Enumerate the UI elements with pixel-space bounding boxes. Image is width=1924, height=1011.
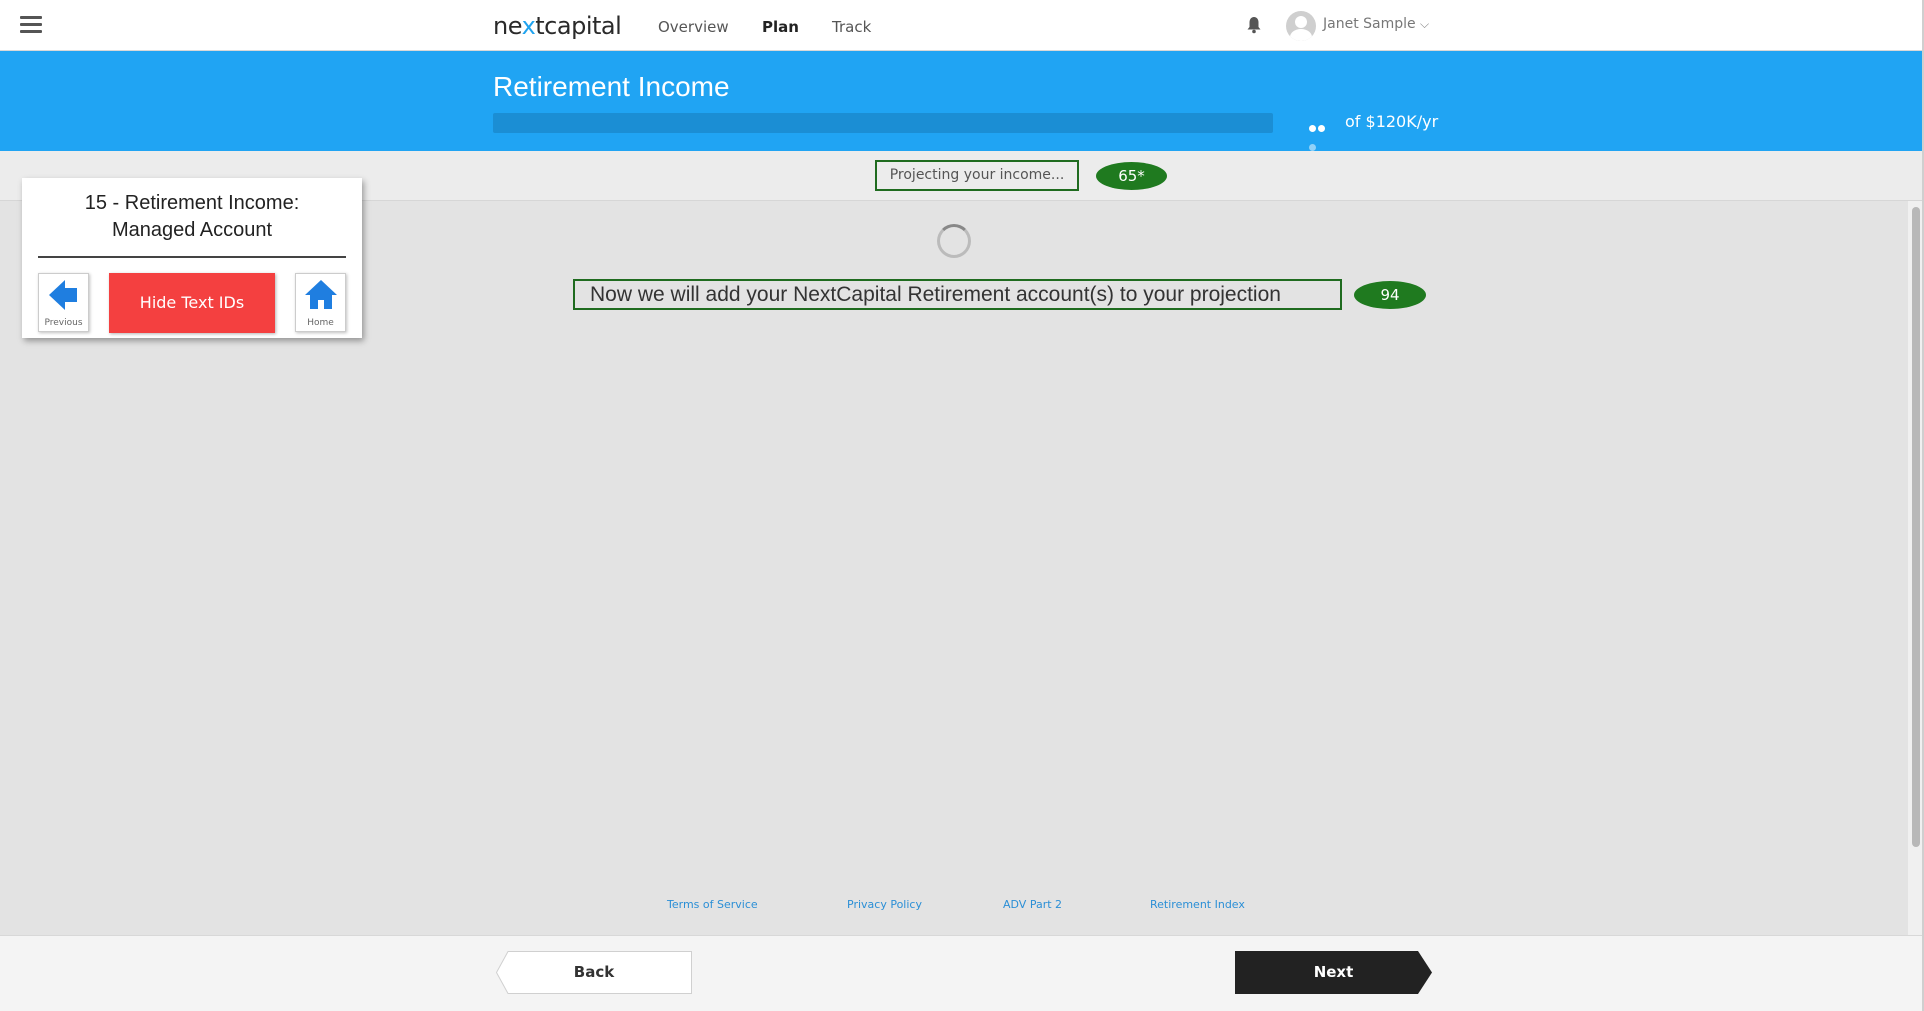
retirement-index-link[interactable]: Retirement Index [1150, 898, 1245, 911]
top-navbar: nextcapital Overview Plan Track Janet Sa… [0, 0, 1924, 51]
panel-title: 15 - Retirement Income: Managed Account [42, 190, 342, 244]
text-id-badge: 65* [1096, 162, 1167, 190]
loading-dots-icon [1309, 117, 1335, 151]
nav-plan[interactable]: Plan [762, 18, 799, 36]
home-label: Home [307, 318, 334, 328]
hide-text-ids-button[interactable]: Hide Text IDs [109, 273, 275, 333]
terms-of-service-link[interactable]: Terms of Service [667, 898, 758, 911]
income-progress-bar [493, 113, 1273, 133]
previous-button[interactable]: Previous [38, 273, 89, 332]
arrow-left-icon [49, 280, 77, 310]
next-button[interactable]: Next [1235, 951, 1432, 994]
panel-title-line1: 15 - Retirement Income: [84, 192, 300, 214]
home-icon [305, 280, 337, 309]
hero-header: Retirement Income of $120K/yr [0, 51, 1924, 151]
previous-label: Previous [44, 318, 83, 328]
next-label: Next [1313, 963, 1354, 981]
text-id-panel: 15 - Retirement Income: Managed Account … [22, 178, 362, 338]
nav-overview[interactable]: Overview [658, 18, 729, 36]
back-button[interactable]: Back [496, 951, 692, 994]
bell-icon[interactable] [1246, 16, 1262, 34]
text-id-badge: 94 [1354, 281, 1426, 309]
projection-message: Now we will add your NextCapital Retirem… [573, 279, 1342, 310]
privacy-policy-link[interactable]: Privacy Policy [847, 898, 922, 911]
income-goal: of $120K/yr [1345, 112, 1439, 131]
menu-icon[interactable] [20, 16, 42, 34]
user-name[interactable]: Janet Sample [1323, 16, 1416, 32]
home-button[interactable]: Home [295, 273, 346, 332]
projecting-status: Projecting your income... [875, 160, 1079, 191]
nextcapital-logo[interactable]: nextcapital [493, 12, 622, 40]
adv-part-2-link[interactable]: ADV Part 2 [1003, 898, 1062, 911]
divider [38, 256, 346, 258]
loading-spinner-icon [937, 224, 971, 258]
page-title: Retirement Income [493, 71, 730, 102]
nav-track[interactable]: Track [832, 18, 871, 36]
back-label: Back [573, 963, 615, 981]
scrollbar-thumb[interactable] [1912, 207, 1920, 847]
avatar[interactable] [1286, 11, 1316, 41]
panel-title-line2: Managed Account [111, 219, 273, 241]
chevron-down-icon[interactable]: ⌵ [1420, 17, 1429, 32]
bottom-action-bar [0, 935, 1924, 1011]
